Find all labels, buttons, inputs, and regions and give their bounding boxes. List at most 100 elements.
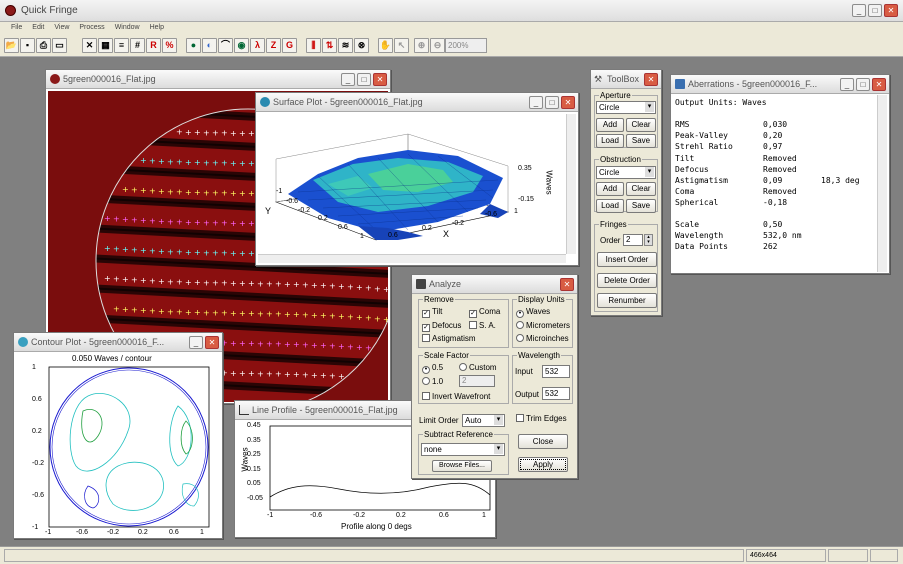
close-icon[interactable]: ✕ <box>561 96 575 109</box>
maximize-icon[interactable]: □ <box>856 78 870 91</box>
menu-file[interactable]: File <box>6 22 27 35</box>
menu-help[interactable]: Help <box>145 22 169 35</box>
aperture-clear-button[interactable]: Clear <box>626 118 656 132</box>
surface-window-titlebar[interactable]: Surface Plot - 5green000016_Flat.jpg _ □… <box>256 93 578 112</box>
menu-process[interactable]: Process <box>74 22 109 35</box>
print-preview-icon[interactable]: ▭ <box>52 38 67 53</box>
pointer-icon[interactable]: ↖ <box>394 38 409 53</box>
fringes-label: Fringes <box>599 220 628 229</box>
minimize-icon[interactable]: _ <box>852 4 866 17</box>
coma-checkbox[interactable]: ✓ Coma <box>469 307 500 318</box>
close-icon[interactable]: ✕ <box>644 73 658 86</box>
scale-10-radio[interactable]: 1.0 <box>422 377 443 386</box>
percent-icon[interactable]: % <box>162 38 177 53</box>
print-icon[interactable]: ⎙ <box>36 38 51 53</box>
maximize-icon[interactable]: □ <box>868 4 882 17</box>
aberration-name: Astigmatism <box>675 176 728 185</box>
maximize-icon[interactable]: □ <box>357 73 371 86</box>
zoom-select[interactable]: 200% <box>445 38 487 53</box>
tilt-checkbox[interactable]: ✓ Tilt <box>422 307 442 318</box>
sphere-icon[interactable]: ⊗ <box>354 38 369 53</box>
close-icon[interactable]: ✕ <box>884 4 898 17</box>
g-icon[interactable]: G <box>282 38 297 53</box>
analyze-icon[interactable]: ● <box>186 38 201 53</box>
toolbox-titlebar[interactable]: ⚒ ToolBox ✕ <box>591 70 661 89</box>
insert-order-button[interactable]: Insert Order <box>597 252 657 267</box>
defocus-checkbox[interactable]: ✓ Defocus <box>422 321 461 332</box>
line-profile-icon[interactable]: ⌒ <box>218 38 233 53</box>
surface-vscroll[interactable] <box>566 114 576 254</box>
fringe-window-titlebar[interactable]: 5green000016_Flat.jpg _ □ ✕ <box>46 70 390 89</box>
aberrations-titlebar[interactable]: Aberrations - 5green000016_F... _ □ ✕ <box>671 75 889 94</box>
scale-custom-input[interactable]: 2 <box>459 375 495 387</box>
minimize-icon[interactable]: _ <box>189 336 203 349</box>
subtract-reference-select[interactable]: none <box>421 443 505 456</box>
zoom-out-icon[interactable]: ⊖ <box>430 38 445 53</box>
hand-icon[interactable]: ✋ <box>378 38 393 53</box>
wavelength-input[interactable]: 532 <box>542 365 570 378</box>
trim-edges-checkbox[interactable]: Trim Edges <box>516 414 567 423</box>
order-input[interactable]: 2 <box>623 234 643 246</box>
menu-view[interactable]: View <box>49 22 74 35</box>
surface-plot-canvas[interactable] <box>258 114 566 254</box>
fringe-marker: + <box>176 128 183 137</box>
limit-order-select[interactable]: Auto <box>462 414 505 427</box>
contour-icon[interactable]: ◉ <box>234 38 249 53</box>
menu-window[interactable]: Window <box>110 22 145 35</box>
fringe-lines-icon[interactable]: ⫼ <box>306 38 321 53</box>
r-icon[interactable]: R <box>146 38 161 53</box>
aperture-load-button[interactable]: Load <box>596 134 624 148</box>
obstruction-add-button[interactable]: Add <box>596 182 624 196</box>
obstruction-save-button[interactable]: Save <box>626 199 656 213</box>
minimize-icon[interactable]: _ <box>529 96 543 109</box>
close-icon[interactable]: ✕ <box>205 336 219 349</box>
renumber-button[interactable]: Renumber <box>597 293 657 308</box>
microinches-radio[interactable]: Microinches <box>516 334 569 343</box>
wavelength-output[interactable]: 532 <box>542 387 570 400</box>
apply-button[interactable]: Apply <box>518 457 568 472</box>
swap-icon[interactable]: ⇅ <box>322 38 337 53</box>
tools-icon[interactable]: ✕ <box>82 38 97 53</box>
contour-plot-canvas[interactable] <box>48 366 210 528</box>
analyze-titlebar[interactable]: Analyze ✕ <box>412 275 577 294</box>
obstruction-shape-select[interactable]: Circle <box>596 166 656 179</box>
order-spinner[interactable]: ▴ ▾ <box>644 234 653 246</box>
browse-files-button[interactable]: Browse Files... <box>432 460 492 472</box>
micrometers-radio[interactable]: Micrometers <box>516 321 570 330</box>
minimize-icon[interactable]: _ <box>840 78 854 91</box>
open-folder-icon[interactable]: 📂 <box>4 38 19 53</box>
obstruction-clear-button[interactable]: Clear <box>626 182 656 196</box>
waves-icon[interactable]: ≋ <box>338 38 353 53</box>
save-icon[interactable]: ▪ <box>20 38 35 53</box>
grid-icon[interactable]: # <box>130 38 145 53</box>
close-icon[interactable]: ✕ <box>373 73 387 86</box>
aperture-add-button[interactable]: Add <box>596 118 624 132</box>
fringe-data-icon[interactable]: ≡ <box>114 38 129 53</box>
menu-edit[interactable]: Edit <box>27 22 49 35</box>
surface-hscroll[interactable] <box>258 254 566 263</box>
z-icon[interactable]: Z <box>266 38 281 53</box>
aberrations-vscroll[interactable] <box>877 95 887 272</box>
contour-window-titlebar[interactable]: Contour Plot - 5green000016_F... _ ✕ <box>14 333 222 352</box>
lambda-icon[interactable]: λ <box>250 38 265 53</box>
aperture-save-button[interactable]: Save <box>626 134 656 148</box>
obstruction-load-button[interactable]: Load <box>596 199 624 213</box>
surface-plot-icon[interactable]: ◐ <box>202 38 217 53</box>
close-icon[interactable]: ✕ <box>560 278 574 291</box>
calculator-icon[interactable]: ▦ <box>98 38 113 53</box>
waves-radio[interactable]: • Waves <box>516 307 550 318</box>
close-icon[interactable]: ✕ <box>872 78 886 91</box>
maximize-icon[interactable]: □ <box>545 96 559 109</box>
sa-checkbox[interactable]: S. A. <box>469 321 496 330</box>
minimize-icon[interactable]: _ <box>341 73 355 86</box>
invert-wavefront-checkbox[interactable]: Invert Wavefront <box>422 392 490 401</box>
toolbox-caption: ✕ <box>644 73 658 86</box>
zoom-in-icon[interactable]: ⊕ <box>414 38 429 53</box>
scale-05-radio[interactable]: • 0.5 <box>422 363 443 374</box>
scale-custom-radio[interactable]: Custom <box>459 363 497 372</box>
aperture-shape-select[interactable]: Circle <box>596 101 656 114</box>
astigmatism-checkbox[interactable]: Astigmatism <box>422 334 476 343</box>
delete-order-button[interactable]: Delete Order <box>597 273 657 288</box>
fringe-marker: + <box>131 276 138 285</box>
close-button[interactable]: Close <box>518 434 568 449</box>
